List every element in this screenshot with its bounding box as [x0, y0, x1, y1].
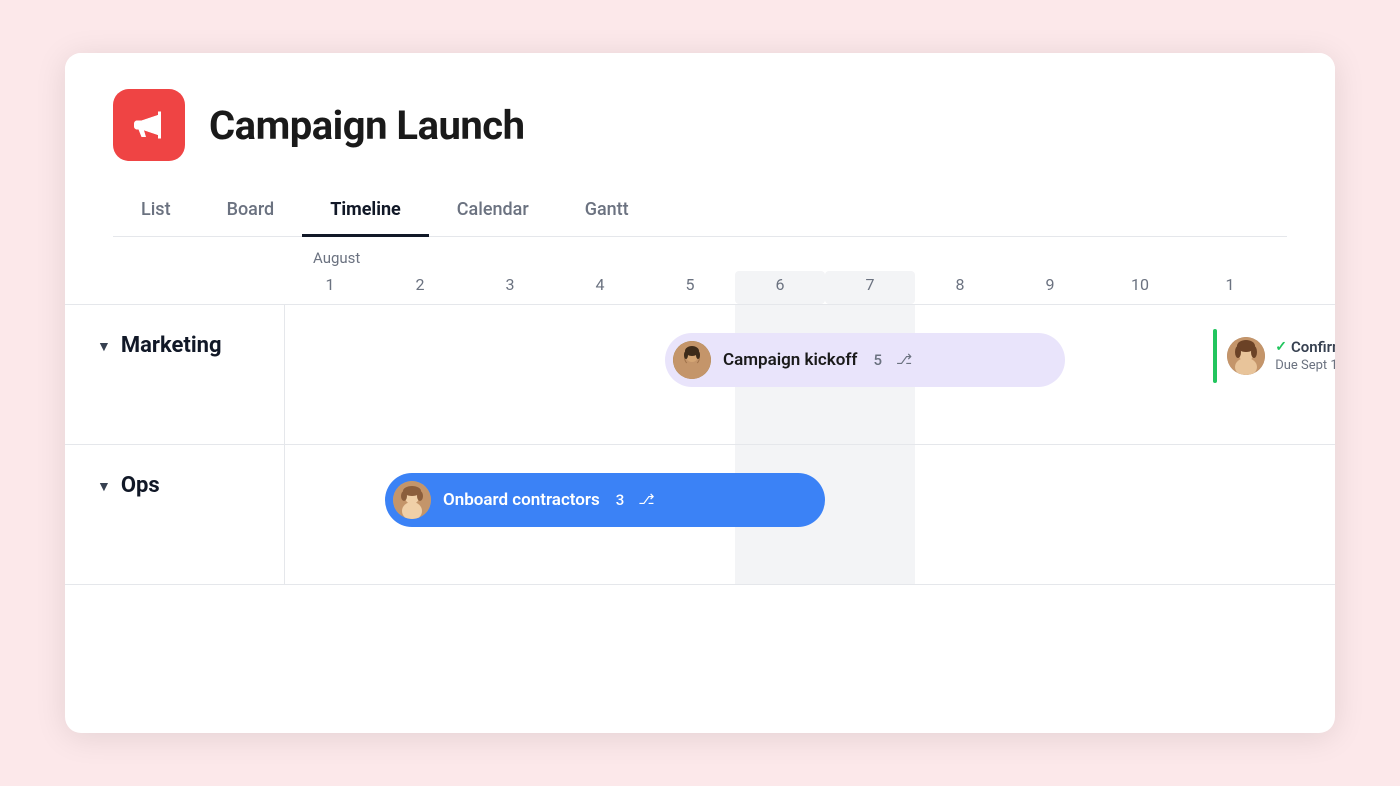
day-numbers: 1 2 3 4 5 6 7 8 9 10 1	[285, 271, 1335, 304]
page-title: Campaign Launch	[209, 102, 525, 149]
day-2: 2	[375, 271, 465, 304]
project-icon	[113, 89, 185, 161]
tab-calendar[interactable]: Calendar	[429, 189, 557, 237]
day-6: 6	[735, 271, 825, 304]
campaign-kickoff-count: 5	[873, 351, 882, 369]
avatar-man	[673, 341, 711, 379]
calendar-header: August 1 2 3 4 5 6 7 8 9 10 1	[65, 237, 1335, 305]
day-9: 9	[1005, 271, 1095, 304]
avatar-woman	[393, 481, 431, 519]
day-4: 4	[555, 271, 645, 304]
day-8: 8	[915, 271, 1005, 304]
day-1: 1	[285, 271, 375, 304]
app-container: Campaign Launch List Board Timeline Cale…	[65, 53, 1335, 733]
month-label: August	[285, 237, 1335, 271]
confirm-task: ✓ Confirm Due Sept 1	[1213, 329, 1335, 383]
confirm-line	[1213, 329, 1217, 383]
confirm-due: Due Sept 1	[1275, 358, 1335, 373]
group-name-ops: Ops	[121, 473, 160, 498]
day-5: 5	[645, 271, 735, 304]
marketing-timeline: Campaign kickoff 5 ⎇	[285, 305, 1335, 444]
group-row-ops: ▼ Ops	[65, 445, 1335, 585]
tab-board[interactable]: Board	[199, 189, 303, 237]
onboard-contractors-label: Onboard contractors	[443, 490, 600, 510]
project-title-row: Campaign Launch	[113, 89, 1287, 161]
timeline-area: August 1 2 3 4 5 6 7 8 9 10 1 ▼ Market	[65, 237, 1335, 734]
tabs-bar: List Board Timeline Calendar Gantt	[113, 189, 1287, 237]
tab-timeline[interactable]: Timeline	[302, 189, 429, 237]
subtask-icon-ops: ⎇	[638, 492, 654, 508]
header: Campaign Launch List Board Timeline Cale…	[65, 53, 1335, 237]
task-bar-onboard-contractors[interactable]: Onboard contractors 3 ⎇	[385, 473, 825, 527]
confirm-check: ✓	[1275, 339, 1287, 355]
avatar-woman-confirm-svg	[1227, 337, 1265, 375]
day-10: 10	[1095, 271, 1185, 304]
chevron-down-icon-ops: ▼	[97, 478, 111, 495]
onboard-contractors-count: 3	[616, 491, 625, 509]
group-label-ops: ▼ Ops	[65, 445, 285, 584]
avatar-man-svg	[673, 341, 711, 379]
task-bar-campaign-kickoff[interactable]: Campaign kickoff 5 ⎇	[665, 333, 1065, 387]
confirm-bar: ✓ Confirm Due Sept 1	[1213, 329, 1335, 383]
rows-area: ▼ Marketing	[65, 305, 1335, 734]
chevron-down-icon: ▼	[97, 338, 111, 355]
tab-gantt[interactable]: Gantt	[557, 189, 657, 237]
avatar-woman-confirm	[1227, 337, 1265, 375]
group-row-marketing: ▼ Marketing	[65, 305, 1335, 445]
avatar-woman-svg	[393, 481, 431, 519]
confirm-label: Confirm	[1291, 338, 1335, 356]
group-label-marketing: ▼ Marketing	[65, 305, 285, 444]
megaphone-icon	[131, 107, 167, 143]
ops-timeline: Onboard contractors 3 ⎇	[285, 445, 1335, 584]
subtask-icon: ⎇	[896, 352, 912, 368]
day-3: 3	[465, 271, 555, 304]
day-7: 7	[825, 271, 915, 304]
group-name-marketing: Marketing	[121, 333, 222, 358]
campaign-kickoff-label: Campaign kickoff	[723, 350, 857, 370]
day-11: 1	[1185, 271, 1275, 304]
tab-list[interactable]: List	[113, 189, 199, 237]
confirm-text-group: ✓ Confirm Due Sept 1	[1275, 338, 1335, 373]
